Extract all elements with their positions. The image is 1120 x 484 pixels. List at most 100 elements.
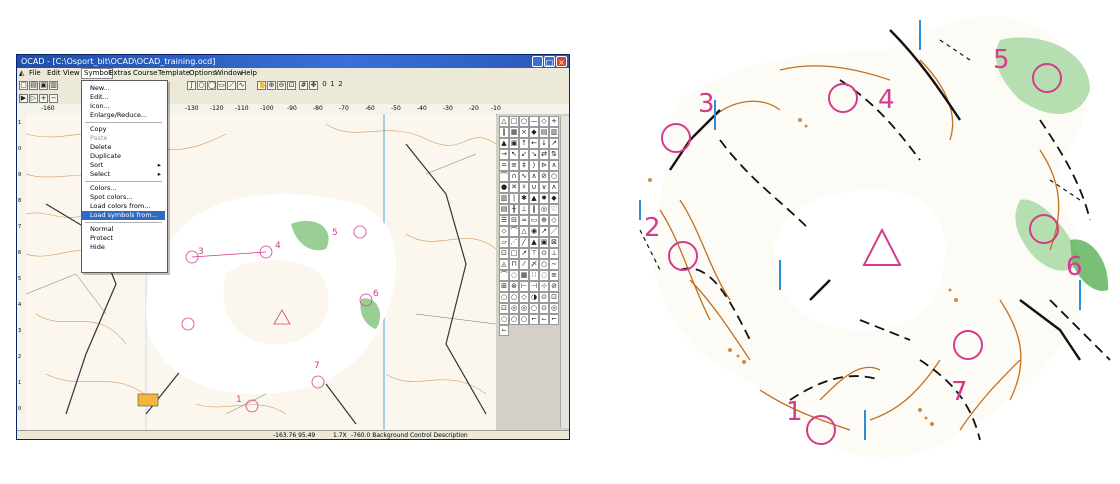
maximize-button[interactable]: □	[544, 56, 555, 67]
symbol-button[interactable]: ∿	[519, 171, 529, 182]
symbol-button[interactable]: |	[509, 193, 519, 204]
symbol-button[interactable]: ○	[539, 259, 549, 270]
symbol-menu-item[interactable]: Colors...	[82, 184, 165, 193]
draw-freehand-icon[interactable]: ∿	[237, 81, 246, 90]
zoom-box-icon[interactable]: ⊡	[287, 81, 296, 90]
minimize-button[interactable]: _	[532, 56, 543, 67]
symbol-button[interactable]: ⌒	[499, 270, 509, 281]
symbol-button[interactable]: ⊳	[539, 160, 549, 171]
save-icon[interactable]: ▣	[39, 81, 48, 90]
menu-options[interactable]: Options	[189, 68, 216, 79]
symbol-button[interactable]: ⋰	[509, 237, 519, 248]
symbol-button[interactable]: ╫	[509, 204, 519, 215]
symbol-button[interactable]: ◇	[539, 116, 549, 127]
delete-point-icon[interactable]: −	[49, 94, 58, 103]
symbol-button[interactable]: —	[529, 116, 539, 127]
symbol-menu-item[interactable]: Duplicate	[82, 152, 165, 161]
symbol-button[interactable]: ╱	[519, 237, 529, 248]
symbol-button[interactable]: ×	[519, 127, 529, 138]
symbol-button[interactable]: ▲	[529, 237, 539, 248]
symbol-button[interactable]: ↑	[519, 138, 529, 149]
symbol-button[interactable]: ⊙	[539, 303, 549, 314]
symbol-button[interactable]: ↘	[529, 149, 539, 160]
symbol-button[interactable]: ≡	[549, 270, 559, 281]
symbol-button[interactable]: ▥	[499, 193, 509, 204]
symbol-button[interactable]: ∧	[549, 160, 559, 171]
symbol-button[interactable]: ⊥	[519, 204, 529, 215]
draw-circle-icon[interactable]: ◯	[207, 81, 216, 90]
symbol-button[interactable]: ▲	[529, 193, 539, 204]
symbol-button[interactable]: △	[499, 116, 509, 127]
symbol-button[interactable]: ⬦	[499, 226, 509, 237]
symbol-menu-item[interactable]: Load symbols from...	[82, 211, 165, 220]
symbol-button[interactable]: ⊡	[499, 303, 509, 314]
draw-curve-icon[interactable]: ∫	[187, 81, 196, 90]
symbol-button[interactable]: ⊘	[549, 281, 559, 292]
symbol-button[interactable]: ⊠	[549, 237, 559, 248]
edit-object-icon[interactable]: ▶	[19, 94, 28, 103]
symbol-menu-item[interactable]: Load colors from...	[82, 202, 165, 211]
symbol-button[interactable]: ▣	[539, 237, 549, 248]
symbol-button[interactable]: ⊢	[519, 281, 529, 292]
symbol-button[interactable]: ◎	[549, 303, 559, 314]
close-button[interactable]: ×	[556, 56, 567, 67]
symbol-button[interactable]: ◉	[529, 226, 539, 237]
symbol-button[interactable]: ○	[549, 171, 559, 182]
snap-icon[interactable]: ✥	[309, 81, 318, 90]
add-point-icon[interactable]: +	[39, 94, 48, 103]
symbol-button[interactable]: □	[509, 248, 519, 259]
symbol-menu-item[interactable]: Paste	[82, 134, 165, 143]
symbol-button[interactable]: ○	[509, 292, 519, 303]
symbol-button[interactable]: →	[499, 149, 509, 160]
symbol-button[interactable]: ◑	[529, 292, 539, 303]
symbol-button[interactable]: ⊙	[539, 248, 549, 259]
new-file-icon[interactable]: ▢	[19, 81, 28, 90]
symbol-button[interactable]: ▣	[509, 138, 519, 149]
menu-help[interactable]: Help	[241, 68, 257, 79]
symbol-button[interactable]: ▤	[539, 127, 549, 138]
symbol-button[interactable]: ⊡	[499, 248, 509, 259]
symbol-button[interactable]: ○	[529, 303, 539, 314]
symbol-button[interactable]: ◬	[499, 259, 509, 270]
symbol-menu-item[interactable]: New...	[82, 84, 165, 93]
menu-window[interactable]: Window	[215, 68, 243, 79]
symbol-button[interactable]: ◆	[529, 127, 539, 138]
menu-edit[interactable]: Edit	[47, 68, 61, 79]
symbol-menu-item[interactable]: Sort ▸	[82, 161, 165, 170]
symbol-button[interactable]: ‡	[519, 160, 529, 171]
symbol-button[interactable]: ⊙	[539, 292, 549, 303]
symbol-button[interactable]: ≡	[509, 160, 519, 171]
symbol-button[interactable]: +	[549, 116, 559, 127]
symbol-button[interactable]: ↗	[519, 248, 529, 259]
symbol-button[interactable]: ○	[499, 314, 509, 325]
symbol-button[interactable]: ⊤	[529, 248, 539, 259]
symbol-button[interactable]: ∧	[529, 171, 539, 182]
draw-rect-icon[interactable]: ▭	[217, 81, 226, 90]
symbol-button[interactable]: ◌	[509, 270, 519, 281]
symbol-button[interactable]: ⊘	[539, 171, 549, 182]
symbol-button[interactable]: ○	[499, 292, 509, 303]
symbol-button[interactable]: ≈	[519, 215, 529, 226]
open-folder-icon[interactable]: ▤	[29, 81, 38, 90]
symbol-button[interactable]: ‖	[529, 204, 539, 215]
symbol-button[interactable]: ☓	[519, 182, 529, 193]
symbol-button[interactable]: ✱	[519, 193, 529, 204]
symbol-button[interactable]: ✸	[539, 193, 549, 204]
symbol-menu-item[interactable]: Select ▸	[82, 170, 165, 179]
menu-extras[interactable]: Extras	[109, 68, 131, 79]
symbol-button[interactable]: ↓	[539, 138, 549, 149]
symbol-button[interactable]: ⇄	[539, 149, 549, 160]
symbol-button[interactable]: ♡	[549, 204, 559, 215]
symbol-button[interactable]: ○	[519, 314, 529, 325]
draw-ellipse-icon[interactable]: ○	[197, 81, 206, 90]
menu-file[interactable]: File	[29, 68, 41, 79]
symbol-button[interactable]: ↖	[509, 149, 519, 160]
symbol-button[interactable]: ⌙	[499, 325, 509, 336]
symbol-button[interactable]: ◎	[539, 204, 549, 215]
draw-straight-icon[interactable]: ⟋	[227, 81, 236, 90]
symbol-button[interactable]: ⊟	[509, 215, 519, 226]
symbol-button[interactable]: ▦	[519, 270, 529, 281]
symbol-menu-item[interactable]: Delete	[82, 143, 165, 152]
zoom-in-icon[interactable]: ⊕	[267, 81, 276, 90]
symbol-button[interactable]: ⁄	[519, 259, 529, 270]
